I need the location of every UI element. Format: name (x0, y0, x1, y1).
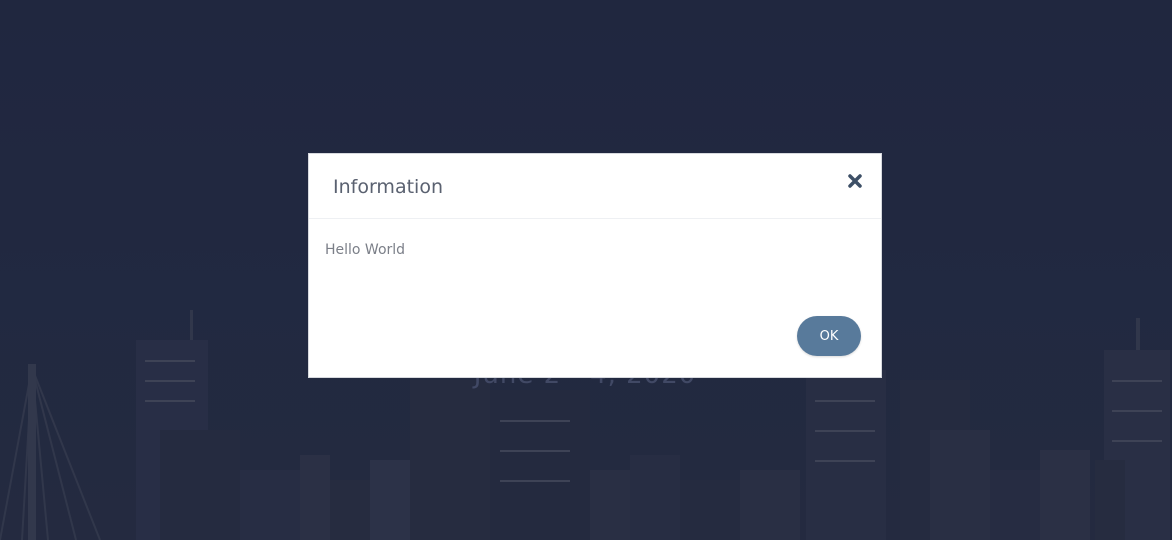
close-button[interactable] (842, 168, 868, 194)
information-dialog: Information Hello World OK (308, 153, 882, 378)
ok-button[interactable]: OK (797, 316, 861, 356)
dialog-header: Information (309, 154, 881, 219)
close-icon[interactable] (842, 168, 868, 194)
dialog-title: Information (333, 176, 443, 198)
dialog-message: Hello World (325, 242, 406, 258)
